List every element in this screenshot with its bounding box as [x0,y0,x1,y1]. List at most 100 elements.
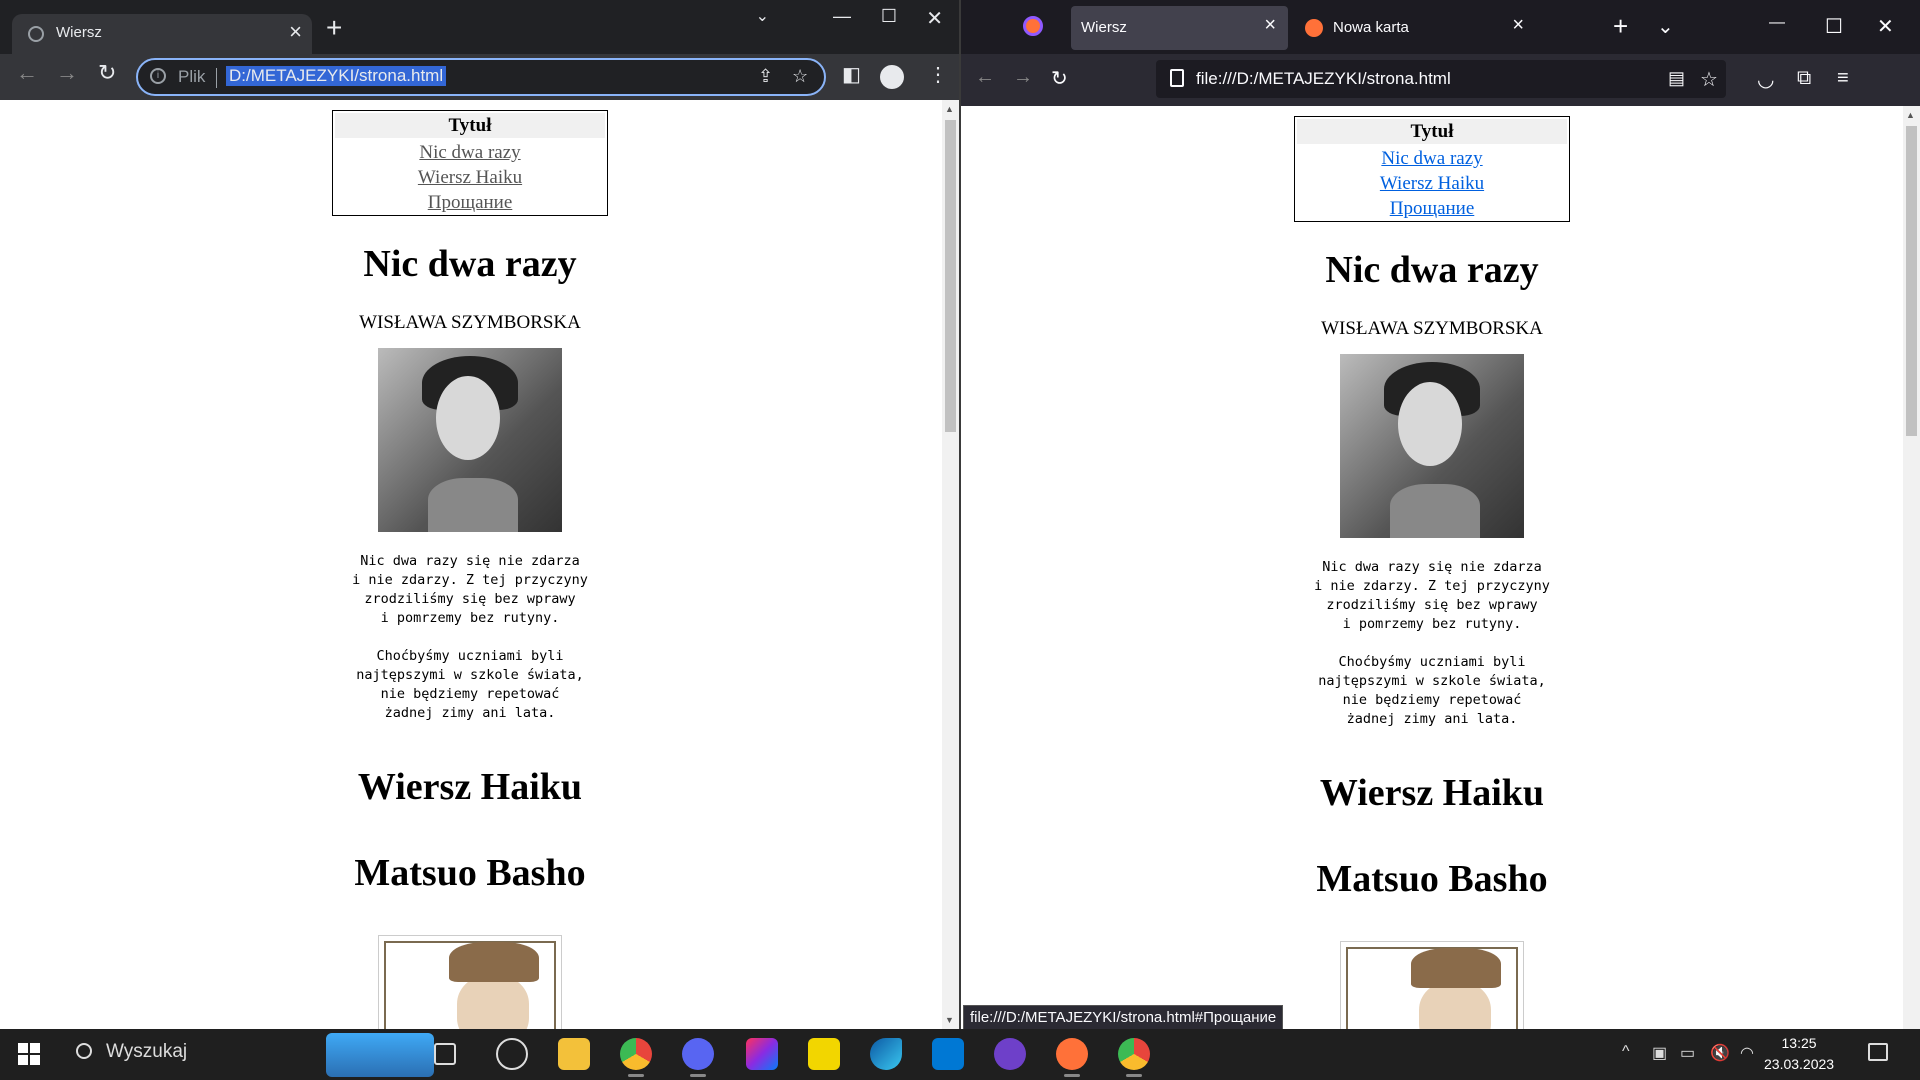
toc-header: Tytuł [335,113,605,138]
side-panel-icon[interactable]: ◧ [842,62,861,87]
vscode-icon[interactable] [932,1038,964,1070]
close-tab-icon[interactable]: × [1512,14,1524,37]
toc-link-nic-dwa-razy[interactable]: Nic dwa razy [333,140,607,165]
reload-icon[interactable]: ↻ [1051,66,1068,91]
new-tab-icon[interactable]: + [1613,13,1628,39]
chrome-icon[interactable] [620,1038,652,1077]
info-icon[interactable]: i [150,68,166,84]
github-desktop-icon[interactable] [994,1038,1026,1070]
toc-link-proshchanie[interactable]: Прощание [333,190,607,215]
poem1-title: Nic dwa razy [1325,249,1539,291]
chrome-icon[interactable] [1118,1038,1150,1077]
volume-muted-icon[interactable]: 🔇 [1710,1043,1730,1063]
scroll-down-icon[interactable]: ▼ [945,1015,954,1025]
notification-center-icon[interactable] [1868,1043,1888,1061]
poem1-author: WISŁAWA SZYMBORSKA [1321,318,1543,339]
back-icon[interactable]: ← [16,62,38,84]
address-url[interactable]: file:///D:/METAJEZYKI/strona.html [1196,69,1451,89]
poem1-stanza2: Choćbyśmy uczniami byli najtępszymi w sz… [356,648,584,721]
address-bar[interactable]: i Plik D:/METAJEZYKI/strona.html ⇪ ☆ [136,58,826,96]
minimize-icon[interactable]: — [1769,14,1785,32]
tab-search-icon[interactable]: ⌄ [756,6,769,26]
forward-icon[interactable]: → [56,62,78,84]
maximize-icon[interactable]: ☐ [1825,14,1843,39]
firefox-scrollbar[interactable]: ▲ [1903,106,1920,1029]
back-icon[interactable]: ← [975,66,995,89]
task-view-icon[interactable] [434,1043,456,1065]
menu-hamburger-icon[interactable]: ≡ [1837,67,1849,90]
toc-table: Tytuł Nic dwa razy Wiersz Haiku Прощание [1294,116,1570,222]
forward-icon[interactable]: → [1013,66,1033,89]
toc-link-proshchanie[interactable]: Прощание [1295,196,1569,221]
todo-icon[interactable] [808,1038,840,1070]
tab-label: Nowa karta [1333,19,1409,36]
intellij-icon[interactable] [746,1038,778,1070]
list-tabs-icon[interactable]: ⌄ [1657,14,1674,39]
discord-icon[interactable] [682,1038,714,1077]
firefox-icon[interactable] [1056,1038,1088,1077]
portrait-face [1398,382,1462,466]
firefox-tab-nowa-karta[interactable]: Nowa karta × [1291,6,1536,50]
tray-app-icon[interactable]: ▣ [1652,1043,1667,1063]
windows-taskbar: Wyszukaj ^ ▣ ▭ 🔇 ◠ 13:25 23.03.2023 [0,1029,1920,1080]
new-tab-button[interactable]: + [326,14,342,42]
toc-link-wiersz-haiku[interactable]: Wiersz Haiku [1295,171,1569,196]
menu-kebab-icon[interactable]: ⋮ [928,62,948,87]
wifi-icon[interactable]: ◠ [1740,1043,1754,1063]
share-icon[interactable]: ⇪ [758,66,773,87]
page-body: Tytuł Nic dwa razy Wiersz Haiku Прощание… [245,100,695,1029]
close-window-icon[interactable]: ✕ [1877,14,1894,39]
globe-icon [28,26,44,42]
profile-avatar-icon[interactable] [880,65,904,89]
poem2-title: Wiersz Haiku [1319,772,1545,814]
poem1-stanza1: Nic dwa razy się nie zdarza i nie zdarzy… [352,553,588,626]
minimize-icon[interactable]: — [833,6,851,27]
chrome-toolbar: ← → ↻ i Plik D:/METAJEZYKI/strona.html ⇪… [0,54,959,100]
close-window-icon[interactable]: ✕ [926,6,943,31]
edge-icon[interactable] [870,1038,902,1070]
toc-link-wiersz-haiku[interactable]: Wiersz Haiku [333,165,607,190]
close-tab-icon[interactable]: × [289,21,302,43]
windows-start-icon[interactable] [18,1043,40,1065]
toc-link-nic-dwa-razy[interactable]: Nic dwa razy [1295,146,1569,171]
battery-icon[interactable]: ▭ [1680,1043,1695,1063]
page-body: Tytuł Nic dwa razy Wiersz Haiku Прощание… [1207,106,1657,1029]
tab-label: Wiersz [1081,19,1127,36]
portrait-face [436,376,500,460]
scroll-thumb[interactable] [1906,126,1917,436]
bookmark-star-icon[interactable]: ☆ [1700,67,1718,92]
file-explorer-icon[interactable] [558,1038,590,1070]
extensions-icon[interactable]: ⧉ [1797,67,1811,90]
dell-icon[interactable] [496,1038,528,1070]
firefox-address-bar[interactable]: file:///D:/METAJEZYKI/strona.html ▤ ☆ [1156,60,1726,98]
poem1-author: WISŁAWA SZYMBORSKA [359,312,581,333]
portrait-face [1419,982,1491,1029]
reload-icon[interactable]: ↻ [98,62,116,84]
poem2-author: Matsuo Basho [354,852,586,894]
chrome-scrollbar[interactable]: ▲ ▼ [942,100,959,1029]
scroll-up-icon[interactable]: ▲ [945,104,954,114]
firefox-pinned-tab-icon[interactable] [1023,16,1043,36]
reader-view-icon[interactable]: ▤ [1668,68,1685,89]
poem1-stanza1: Nic dwa razy się nie zdarza i nie zdarzy… [1314,559,1550,632]
portrait-face [457,976,529,1029]
maximize-icon[interactable]: ☐ [881,6,897,27]
search-icon [76,1043,92,1059]
scroll-thumb[interactable] [945,120,956,432]
page-icon [1170,69,1184,87]
widget-image[interactable] [326,1033,434,1077]
clock-date: 23.03.2023 [1764,1056,1835,1072]
taskbar-clock[interactable]: 13:25 23.03.2023 [1764,1033,1834,1075]
pocket-icon[interactable]: ◡ [1757,67,1774,92]
chrome-window: Wiersz × + ⌄ — ☐ ✕ ← → ↻ i Plik D:/METAJ… [0,0,959,1029]
address-scheme: Plik [178,67,206,86]
taskbar-search[interactable]: Wyszukaj [76,1041,187,1063]
poem1-stanza2: Choćbyśmy uczniami byli najtępszymi w sz… [1318,654,1546,727]
tray-chevron-up-icon[interactable]: ^ [1622,1043,1630,1061]
close-tab-icon[interactable]: × [1264,14,1276,37]
chrome-tab-bar: Wiersz × + ⌄ — ☐ ✕ [0,0,959,54]
firefox-tab-wiersz[interactable]: Wiersz × [1071,6,1288,50]
address-url[interactable]: D:/METAJEZYKI/strona.html [226,66,447,86]
chrome-tab-wiersz[interactable]: Wiersz × [12,14,312,54]
bookmark-star-icon[interactable]: ☆ [792,66,808,87]
